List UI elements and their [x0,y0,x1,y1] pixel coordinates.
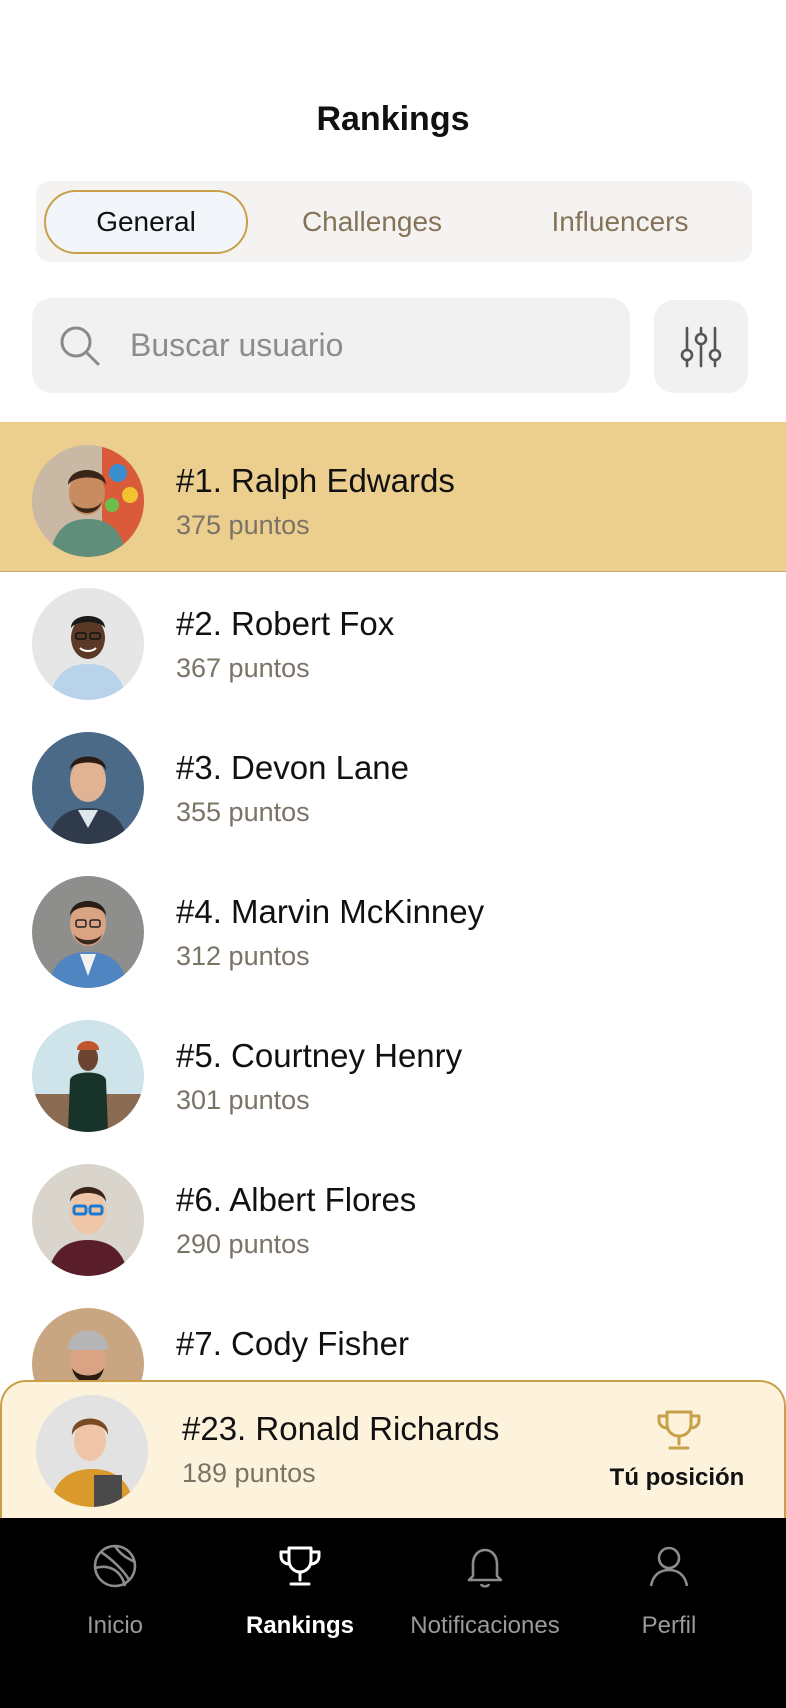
search-input[interactable] [130,315,590,376]
avatar [32,1164,144,1276]
avatar [36,1395,148,1507]
basketball-icon [93,1544,137,1588]
ranking-row-5[interactable]: #5. Courtney Henry 301 puntos [0,997,786,1147]
user-icon [649,1546,689,1587]
user-points: 290 puntos [176,1229,310,1259]
ranking-list: #1. Ralph Edwards 375 puntos #2. Robert … [0,422,786,1382]
nav-rankings[interactable]: Rankings [207,1542,393,1662]
user-name: #7. Cody Fisher [176,1325,409,1362]
avatar [32,588,144,700]
trophy-icon [279,1546,321,1586]
user-name: #6. Albert Flores [176,1181,417,1218]
avatar [32,876,144,988]
avatar [32,1020,144,1132]
tab-general[interactable]: General [44,189,248,254]
avatar [32,732,144,844]
user-points: 301 puntos [176,1085,310,1115]
nav-label: Perfil [641,1612,697,1639]
search-bar[interactable] [32,298,630,393]
avatar [32,445,144,557]
ranking-row-2[interactable]: #2. Robert Fox 367 puntos [0,565,786,715]
nav-label: Inicio [86,1612,144,1639]
sliders-icon [680,326,722,367]
user-name: #3. Devon Lane [176,749,410,786]
bell-icon [467,1548,503,1588]
filter-button[interactable] [654,300,748,393]
page-title: Rankings [316,100,470,138]
user-name: #2. Robert Fox [176,605,395,642]
user-points: 367 puntos [176,653,310,683]
tab-challenges[interactable]: Challenges [248,190,496,254]
nav-notificaciones[interactable]: Notificaciones [392,1542,578,1662]
my-position-label: Tú posición [609,1464,745,1491]
user-name: #4. Marvin McKinney [176,893,485,930]
user-name: #1. Ralph Edwards [176,462,455,499]
nav-label: Notificaciones [410,1612,560,1639]
user-points: 312 puntos [176,941,310,971]
my-position-card[interactable]: #23. Ronald Richards 189 puntos Tú posic… [0,1380,786,1518]
avatar [32,1308,144,1382]
bottom-nav: Inicio Rankings Notificaciones Perfil [0,1518,786,1708]
ranking-row-4[interactable]: #4. Marvin McKinney 312 puntos [0,853,786,1003]
nav-perfil[interactable]: Perfil [576,1542,762,1662]
ranking-tabs: General Challenges Influencers [36,181,752,262]
ranking-row-1[interactable]: #1. Ralph Edwards 375 puntos [0,422,786,572]
user-points: 375 puntos [176,510,310,540]
nav-label: Rankings [245,1612,355,1639]
my-name: #23. Ronald Richards [182,1410,500,1447]
user-points: 355 puntos [176,797,310,827]
nav-inicio[interactable]: Inicio [22,1542,208,1662]
ranking-row-6[interactable]: #6. Albert Flores 290 puntos [0,1141,786,1291]
my-points: 189 puntos [182,1458,316,1488]
ranking-row-3[interactable]: #3. Devon Lane 355 puntos [0,709,786,859]
user-name: #5. Courtney Henry [176,1037,463,1074]
rankings-screen: Rankings General Challenges Influencers [0,0,786,1708]
search-icon [60,326,100,365]
tab-influencers[interactable]: Influencers [496,190,744,254]
trophy-icon [657,1410,701,1450]
ranking-row-7[interactable]: #7. Cody Fisher [0,1285,786,1382]
